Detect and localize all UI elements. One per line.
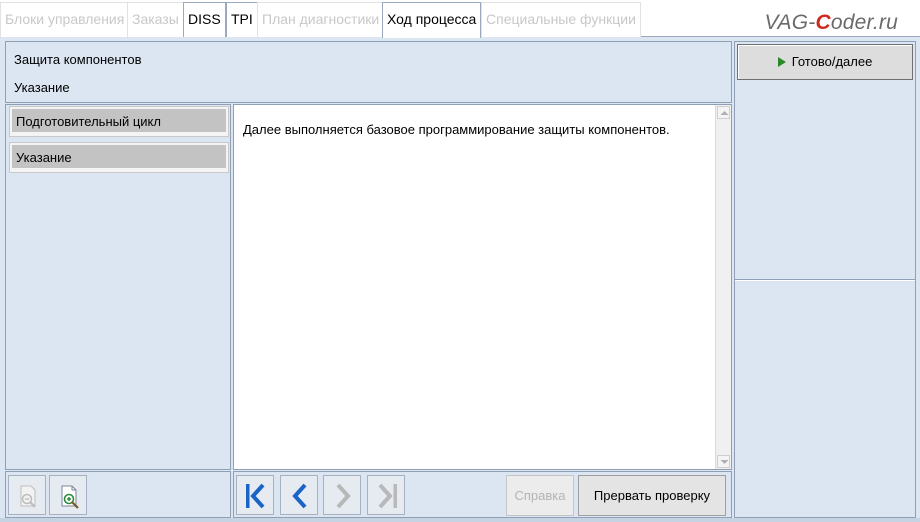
tab-orders[interactable]: Заказы [127,2,184,37]
ready-next-button[interactable]: Готово/далее [737,44,913,80]
step-item-preparation[interactable]: Подготовительный цикл [9,106,229,137]
abort-test-button[interactable]: Прервать проверку [578,475,726,516]
scroll-down-icon [720,460,729,464]
tab-control-units[interactable]: Блоки управления [0,2,130,37]
skip-last-icon [378,483,397,509]
tab-diagnostic-plan[interactable]: План диагностики [257,2,385,37]
tab-special-functions[interactable]: Специальные функции [481,2,641,37]
step-item-label: Подготовительный цикл [12,109,226,132]
tab-process-flow[interactable]: Ход процесса [382,2,482,38]
next-step-button[interactable] [323,475,361,515]
tab-tpi[interactable]: TPI [226,2,258,37]
chevron-right-icon [336,483,351,509]
content-panel: Далее выполняется базовое программирован… [233,104,732,470]
page-subtitle: Указание [14,80,70,95]
watermark-logo: VAG-Coder.ru [764,11,898,34]
scroll-up-icon [720,111,729,115]
zoom-out-button[interactable] [8,475,46,515]
help-button[interactable]: Справка [506,475,574,516]
right-panel: Готово/далее [734,41,916,518]
last-step-button[interactable] [367,475,405,515]
zoom-out-icon [20,485,36,508]
zoom-in-button[interactable] [49,475,87,515]
chevron-left-icon [292,483,307,509]
step-item-note[interactable]: Указание [9,142,229,173]
previous-step-button[interactable] [280,475,318,515]
navigation-toolbar: Справка Прервать проверку [233,471,732,518]
scroll-down-button[interactable] [717,455,730,468]
window-bottom-edge [0,518,920,522]
instruction-text: Далее выполняется базовое программирован… [243,122,670,137]
tab-bar: Блоки управления Заказы DISS TPI План ди… [0,0,920,38]
zoom-in-icon [61,485,79,509]
first-step-button[interactable] [236,475,274,515]
vertical-scrollbar[interactable] [715,105,731,469]
step-header: Защита компонентов Указание [5,41,732,103]
zoom-toolbar [5,471,231,518]
tab-diss[interactable]: DISS [183,2,226,37]
ready-next-label: Готово/далее [791,54,873,69]
step-item-label: Указание [12,145,226,168]
step-list: Подготовительный цикл Указание [5,104,231,470]
page-title: Защита компонентов [14,52,142,67]
panel-divider [735,279,915,281]
scroll-up-button[interactable] [717,106,730,119]
skip-first-icon [246,483,265,509]
play-icon [777,57,786,67]
